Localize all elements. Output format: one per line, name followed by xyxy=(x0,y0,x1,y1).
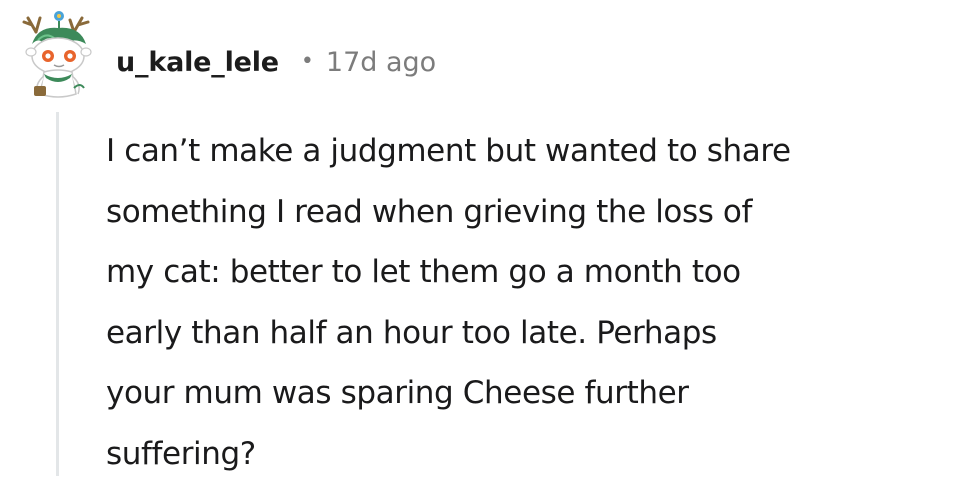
timestamp[interactable]: 17d ago xyxy=(326,47,436,78)
comment-body-line: early than half an hour too late. Perhap… xyxy=(106,303,946,364)
comment-meta: u_kale_lele • 17d ago xyxy=(116,42,436,82)
snoo-avatar-icon xyxy=(18,8,100,104)
comment-body-line: something I read when grieving the loss … xyxy=(106,182,946,243)
comment-body: I can’t make a judgment but wanted to sh… xyxy=(106,121,946,484)
username-link[interactable]: u_kale_lele xyxy=(116,47,279,78)
comment-body-line: I can’t make a judgment but wanted to sh… xyxy=(106,121,946,182)
separator-dot: • xyxy=(301,51,314,73)
comment: u_kale_lele • 17d ago I can’t make a jud… xyxy=(0,0,953,476)
comment-body-line: suffering? xyxy=(106,424,946,484)
comment-body-line: my cat: better to let them go a month to… xyxy=(106,242,946,303)
thread-line[interactable] xyxy=(56,112,59,476)
comment-body-line: your mum was sparing Cheese further xyxy=(106,363,946,424)
avatar[interactable] xyxy=(18,8,100,104)
